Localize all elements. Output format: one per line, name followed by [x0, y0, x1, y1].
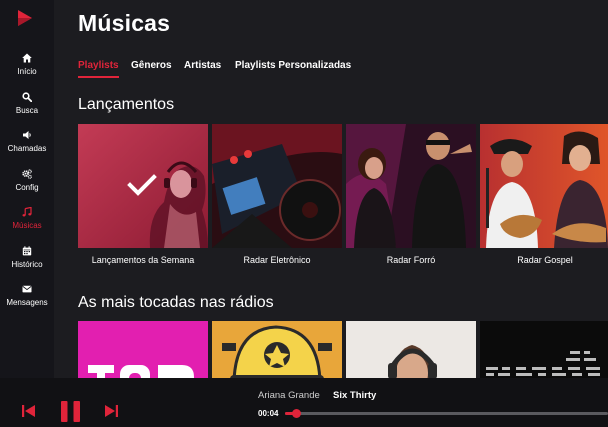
sidebar-item-historico[interactable]: Histórico — [0, 246, 54, 280]
sidebar-item-busca[interactable]: Busca — [0, 92, 54, 126]
app-window: Início Busca Chamadas Config Músicas His… — [0, 0, 608, 427]
playlist-cover — [346, 321, 476, 378]
playlist-cover-image — [212, 124, 342, 248]
playlist-cover — [212, 124, 342, 248]
tab-playlists-personalizadas[interactable]: Playlists Personalizadas — [235, 60, 351, 71]
sidebar-item-label: Músicas — [12, 221, 42, 230]
playlist-cover-image — [212, 321, 342, 378]
sidebar-item-label: Início — [17, 67, 37, 76]
section-title-mais-tocadas: As mais tocadas nas rádios — [78, 294, 274, 311]
player-bar: Ariana Grande Six Thirty 00:04 — [0, 378, 608, 427]
sidebar-item-label: Histórico — [11, 260, 43, 269]
section-title-lancamentos: Lançamentos — [78, 96, 175, 113]
search-icon — [22, 92, 32, 102]
previous-track-icon[interactable] — [22, 405, 35, 417]
sidebar-item-label: Mensagens — [6, 298, 48, 307]
music-note-icon — [22, 207, 32, 217]
sidebar-item-inicio[interactable]: Início — [0, 53, 54, 87]
track-title: Six Thirty — [333, 390, 377, 401]
playlist-cover-image — [346, 124, 476, 248]
track-artist: Ariana Grande — [258, 390, 320, 401]
tab-artistas[interactable]: Artistas — [184, 60, 221, 71]
selected-check-icon — [127, 174, 157, 196]
pause-icon[interactable] — [61, 401, 80, 422]
playlist-card-label: Radar Gospel — [517, 255, 573, 265]
playlist-cover — [346, 124, 476, 248]
playlist-cover-image — [346, 321, 476, 378]
app-logo-icon[interactable] — [17, 9, 33, 27]
playlist-card-label: Radar Eletrônico — [243, 255, 311, 265]
envelope-icon — [22, 285, 32, 293]
tab-generos[interactable]: Gêneros — [131, 60, 172, 71]
playlist-card-label: Lançamentos da Semana — [91, 255, 195, 265]
home-icon — [22, 53, 32, 63]
playlist-cover — [480, 321, 608, 378]
gears-icon — [22, 169, 32, 179]
playlist-cover — [78, 124, 208, 248]
main-content: Músicas Playlists Gêneros Artistas Playl… — [54, 0, 608, 378]
playlist-cover-image — [480, 321, 608, 378]
progress-handle[interactable] — [292, 409, 302, 418]
playlist-card-label: Radar Forró — [386, 255, 436, 265]
playlist-cover-image — [480, 124, 608, 248]
playlist-cover-image — [78, 321, 208, 378]
sidebar-item-label: Busca — [15, 106, 39, 115]
sidebar: Início Busca Chamadas Config Músicas His… — [0, 0, 54, 378]
elapsed-time: 00:04 — [258, 409, 279, 418]
page-title: Músicas — [78, 10, 171, 36]
speaker-icon — [23, 131, 31, 139]
calendar-icon — [22, 246, 32, 256]
playlist-cover — [78, 321, 208, 378]
sidebar-item-mensagens[interactable]: Mensagens — [0, 284, 54, 318]
tab-playlists[interactable]: Playlists — [78, 60, 119, 78]
sidebar-item-config[interactable]: Config — [0, 169, 54, 203]
playlist-cover — [212, 321, 342, 378]
playlist-cover — [480, 124, 608, 248]
sidebar-item-label: Chamadas — [7, 144, 47, 153]
sidebar-item-label: Config — [15, 183, 39, 192]
next-track-icon[interactable] — [105, 405, 118, 417]
sidebar-item-musicas[interactable]: Músicas — [0, 207, 54, 241]
progress-bar[interactable] — [285, 409, 608, 418]
sidebar-item-chamadas[interactable]: Chamadas — [0, 130, 54, 164]
